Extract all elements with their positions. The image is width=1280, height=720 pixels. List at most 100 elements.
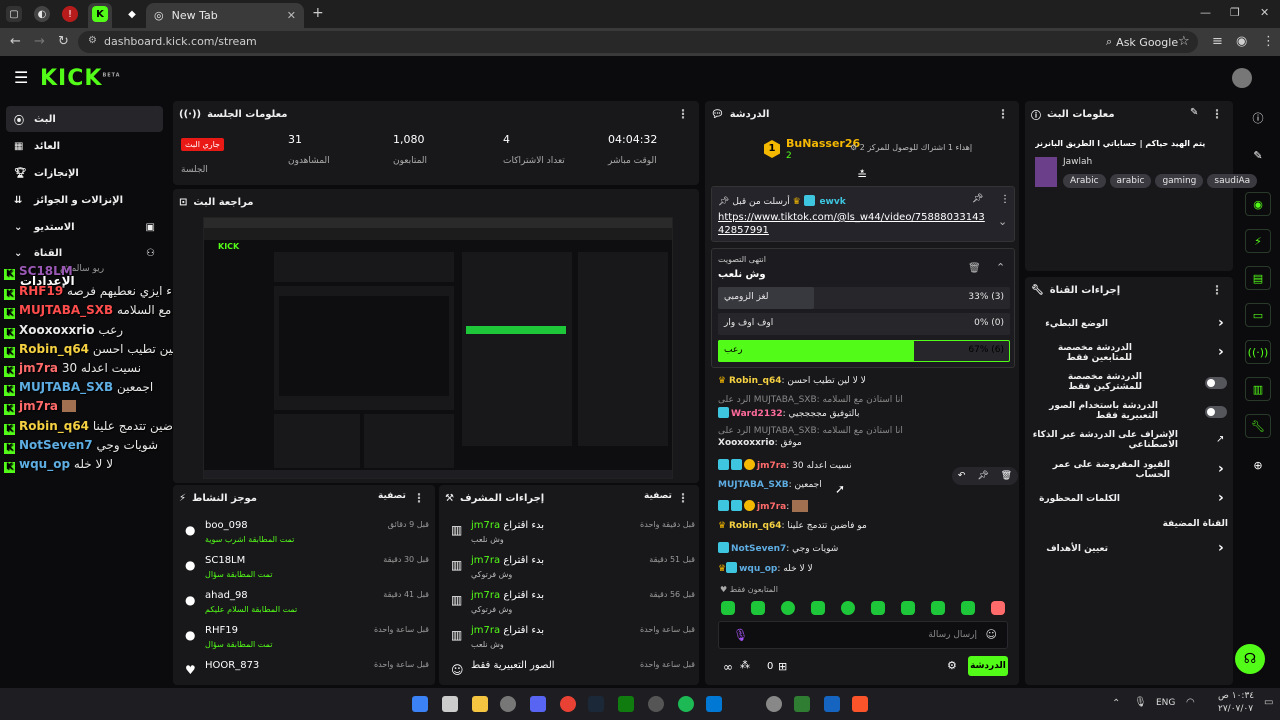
gift-icon[interactable]: ⊞: [778, 660, 787, 673]
chrome-icon[interactable]: [560, 696, 576, 712]
more-icon[interactable]: ⋮: [1211, 283, 1223, 297]
url-field[interactable]: dashboard.kick.com/stream: [78, 31, 1198, 53]
tray-mic-icon[interactable]: 🎙︎: [1134, 697, 1147, 708]
external-link-icon[interactable]: ↗: [1216, 434, 1224, 445]
host-channel-setting[interactable]: القناة المضيفة: [1032, 511, 1228, 537]
reload-icon[interactable]: ↻: [58, 34, 69, 49]
send-chat-button[interactable]: الدردشة: [968, 656, 1008, 676]
emotes-only-setting[interactable]: الدردشة باستخدام الصور التعبيرية فقط: [1032, 398, 1228, 424]
more-icon[interactable]: ⋮: [1262, 34, 1275, 49]
brave-icon[interactable]: [852, 696, 868, 712]
tab-icon[interactable]: ▢: [6, 6, 22, 22]
emote-icon[interactable]: [781, 601, 795, 615]
slow-mode-setting[interactable]: الوضع البطيء: [1032, 311, 1228, 337]
chevron-right-icon[interactable]: ›: [1218, 540, 1224, 556]
start-icon[interactable]: [412, 696, 428, 712]
trash-icon[interactable]: 🗑︎: [1001, 471, 1012, 481]
more-icon[interactable]: ⋮: [413, 491, 425, 505]
followers-only-setting[interactable]: الدردشة مخصصة للمتابعين فقط: [1032, 340, 1228, 366]
subscribers-only-toggle[interactable]: [1205, 377, 1227, 389]
emote-icon[interactable]: [961, 601, 975, 615]
banned-words-setting[interactable]: الكلمات المحظورة: [1032, 486, 1228, 512]
kick-tab-icon[interactable]: K: [92, 6, 108, 22]
clock-time[interactable]: ١٠:٣٤ ص: [1218, 691, 1254, 701]
bookmark-star-icon[interactable]: ☆: [1178, 34, 1190, 49]
chat-user[interactable]: wqu_op: [739, 564, 777, 574]
pinned-user[interactable]: ewvk: [819, 197, 845, 207]
tab-icon[interactable]: ◐: [34, 6, 50, 22]
sidebar-item-stream[interactable]: ⦿ البث: [6, 106, 163, 132]
edge-icon[interactable]: [706, 696, 722, 712]
edit-icon[interactable]: ✎: [1245, 143, 1271, 167]
account-age-setting[interactable]: القيود المفروضة على عمر الحساب: [1032, 457, 1228, 483]
more-icon[interactable]: ⋮: [677, 107, 689, 121]
sidebar-item-achievements[interactable]: 🏆︎ الإنجازات: [6, 160, 163, 186]
notification-icon[interactable]: ▭: [1264, 697, 1273, 708]
filter-button[interactable]: تصفية: [378, 491, 406, 501]
sidebar-item-revenue[interactable]: ▦ العائد: [6, 133, 163, 159]
filter-button[interactable]: تصفية: [644, 491, 672, 501]
wifi-icon[interactable]: ◠: [1186, 697, 1195, 708]
emote-icon[interactable]: [811, 601, 825, 615]
layout-icon[interactable]: ▥: [1245, 377, 1271, 401]
record-icon[interactable]: ◉: [1245, 192, 1271, 216]
chevron-right-icon[interactable]: ›: [1218, 461, 1224, 477]
avatar[interactable]: [1232, 68, 1252, 88]
chat-user[interactable]: Robin_q64: [729, 521, 782, 531]
add-widget-icon[interactable]: ⊕: [1245, 453, 1271, 477]
set-goals-setting[interactable]: تعيين الأهداف: [1032, 536, 1228, 562]
ai-moderation-setting[interactable]: الإشراف على الدردشة عبر الذكاء الاصطناعي: [1032, 427, 1228, 453]
app-icon[interactable]: [824, 696, 840, 712]
more-icon[interactable]: ⋮: [1211, 107, 1223, 121]
tray-chevron-icon[interactable]: ⌃: [1112, 698, 1120, 709]
xbox-icon[interactable]: [618, 696, 634, 712]
stream-preview-video[interactable]: KICK: [203, 217, 673, 479]
more-icon[interactable]: ⋮: [1000, 194, 1010, 205]
chat-user[interactable]: jm7ra: [757, 502, 786, 512]
emoji-icon[interactable]: ☺: [986, 628, 997, 641]
clock-date[interactable]: ٢٧/٠٧/٠٧: [1218, 704, 1253, 714]
kick-logo[interactable]: KICKBETA: [40, 66, 121, 91]
chat-user[interactable]: jm7ra: [757, 461, 786, 471]
chevron-down-icon[interactable]: ⌄: [998, 215, 1007, 228]
chat-user[interactable]: MUJTABA_SXB: [718, 480, 789, 490]
sidebar-item-drops[interactable]: ⇊ الإنزالات و الجوائز: [6, 187, 163, 213]
expand-icon[interactable]: ≛: [857, 168, 867, 182]
emotes-only-toggle[interactable]: [1205, 406, 1227, 418]
emote-icon[interactable]: [901, 601, 915, 615]
app-icon[interactable]: [794, 696, 810, 712]
mic-icon[interactable]: 🎙︎: [733, 628, 748, 642]
tag[interactable]: arabic: [1109, 174, 1152, 188]
chevron-right-icon[interactable]: ›: [1218, 490, 1224, 506]
tag[interactable]: saudiAa: [1207, 174, 1258, 188]
emote-icon[interactable]: [721, 601, 735, 615]
tab-new-tab[interactable]: ◎ New Tab ✕: [146, 3, 304, 28]
subscribers-only-setting[interactable]: الدردشة مخصصة للمشتركين فقط: [1032, 369, 1228, 395]
chevron-up-icon[interactable]: ⌃: [996, 261, 1005, 274]
points-icon[interactable]: ⁂: [740, 660, 750, 671]
sidebar-item-studio[interactable]: ⌄ الاستديو ▣: [6, 214, 163, 240]
menu-lines-icon[interactable]: ≡: [1212, 34, 1223, 49]
emote-icon[interactable]: [841, 601, 855, 615]
info-icon[interactable]: ⓘ: [1245, 106, 1271, 130]
close-tab-icon[interactable]: ✕: [287, 9, 296, 22]
app-icon[interactable]: [500, 696, 516, 712]
pinned-link[interactable]: https://www.tiktok.com/@ls_w44/video/758…: [718, 211, 988, 237]
maximize-icon[interactable]: ❐: [1230, 6, 1240, 19]
app-icon[interactable]: [648, 696, 664, 712]
app-icon[interactable]: [442, 696, 458, 712]
unpin-icon[interactable]: 📌︎: [972, 194, 983, 204]
tab-icon[interactable]: ◆: [124, 6, 140, 22]
chevron-right-icon[interactable]: ›: [1218, 344, 1224, 360]
chat-user[interactable]: Robin_q64: [729, 376, 782, 386]
emote-icon[interactable]: [991, 601, 1005, 615]
chat-input[interactable]: 🎙︎ إرسال رسالة ☺: [718, 621, 1008, 649]
broadcast-icon[interactable]: ((·)): [1245, 340, 1271, 364]
reply-icon[interactable]: ↶: [958, 471, 966, 481]
trash-icon[interactable]: 🗑︎: [968, 263, 981, 274]
new-tab-icon[interactable]: +: [312, 5, 324, 21]
chat-user[interactable]: Ward2132: [731, 409, 783, 419]
clipboard-icon[interactable]: ▤: [1245, 266, 1271, 290]
profile-icon[interactable]: ◉: [1236, 34, 1247, 49]
chat-user[interactable]: NotSeven7: [731, 544, 786, 554]
